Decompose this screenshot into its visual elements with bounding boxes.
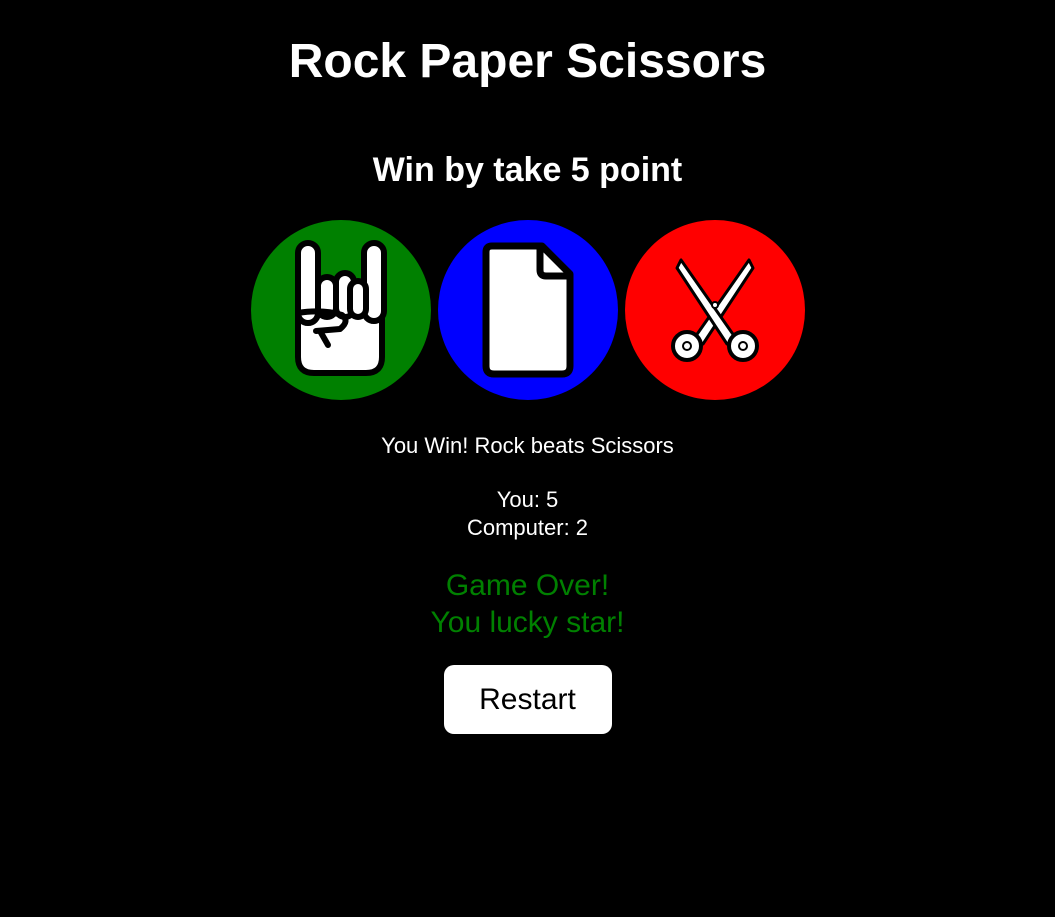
game-over-title: Game Over!: [445, 569, 610, 602]
paper-button[interactable]: [437, 220, 618, 400]
restart-button[interactable]: Restart: [443, 665, 612, 734]
scissors-icon: [667, 254, 763, 366]
game-over-message: Game Over! You lucky star!: [0, 567, 1055, 641]
rules-subtitle: Win by take 5 point: [372, 151, 683, 189]
page-title: Rock Paper Scissors: [288, 35, 767, 88]
game-over-subtitle: You lucky star!: [430, 606, 625, 639]
round-result: You Win! Rock beats Scissors: [381, 433, 674, 458]
choice-buttons: [0, 220, 1055, 400]
player-score: You: 5: [496, 487, 559, 512]
scoreboard: You: 5 Computer: 2: [0, 486, 1055, 542]
game-page: Rock Paper Scissors Win by take 5 point: [0, 0, 1055, 917]
computer-score: Computer: 2: [466, 515, 589, 540]
rock-button[interactable]: [250, 220, 431, 400]
rock-hand-icon: [286, 235, 396, 385]
scissors-button[interactable]: [624, 220, 805, 400]
paper-document-icon: [476, 240, 580, 380]
